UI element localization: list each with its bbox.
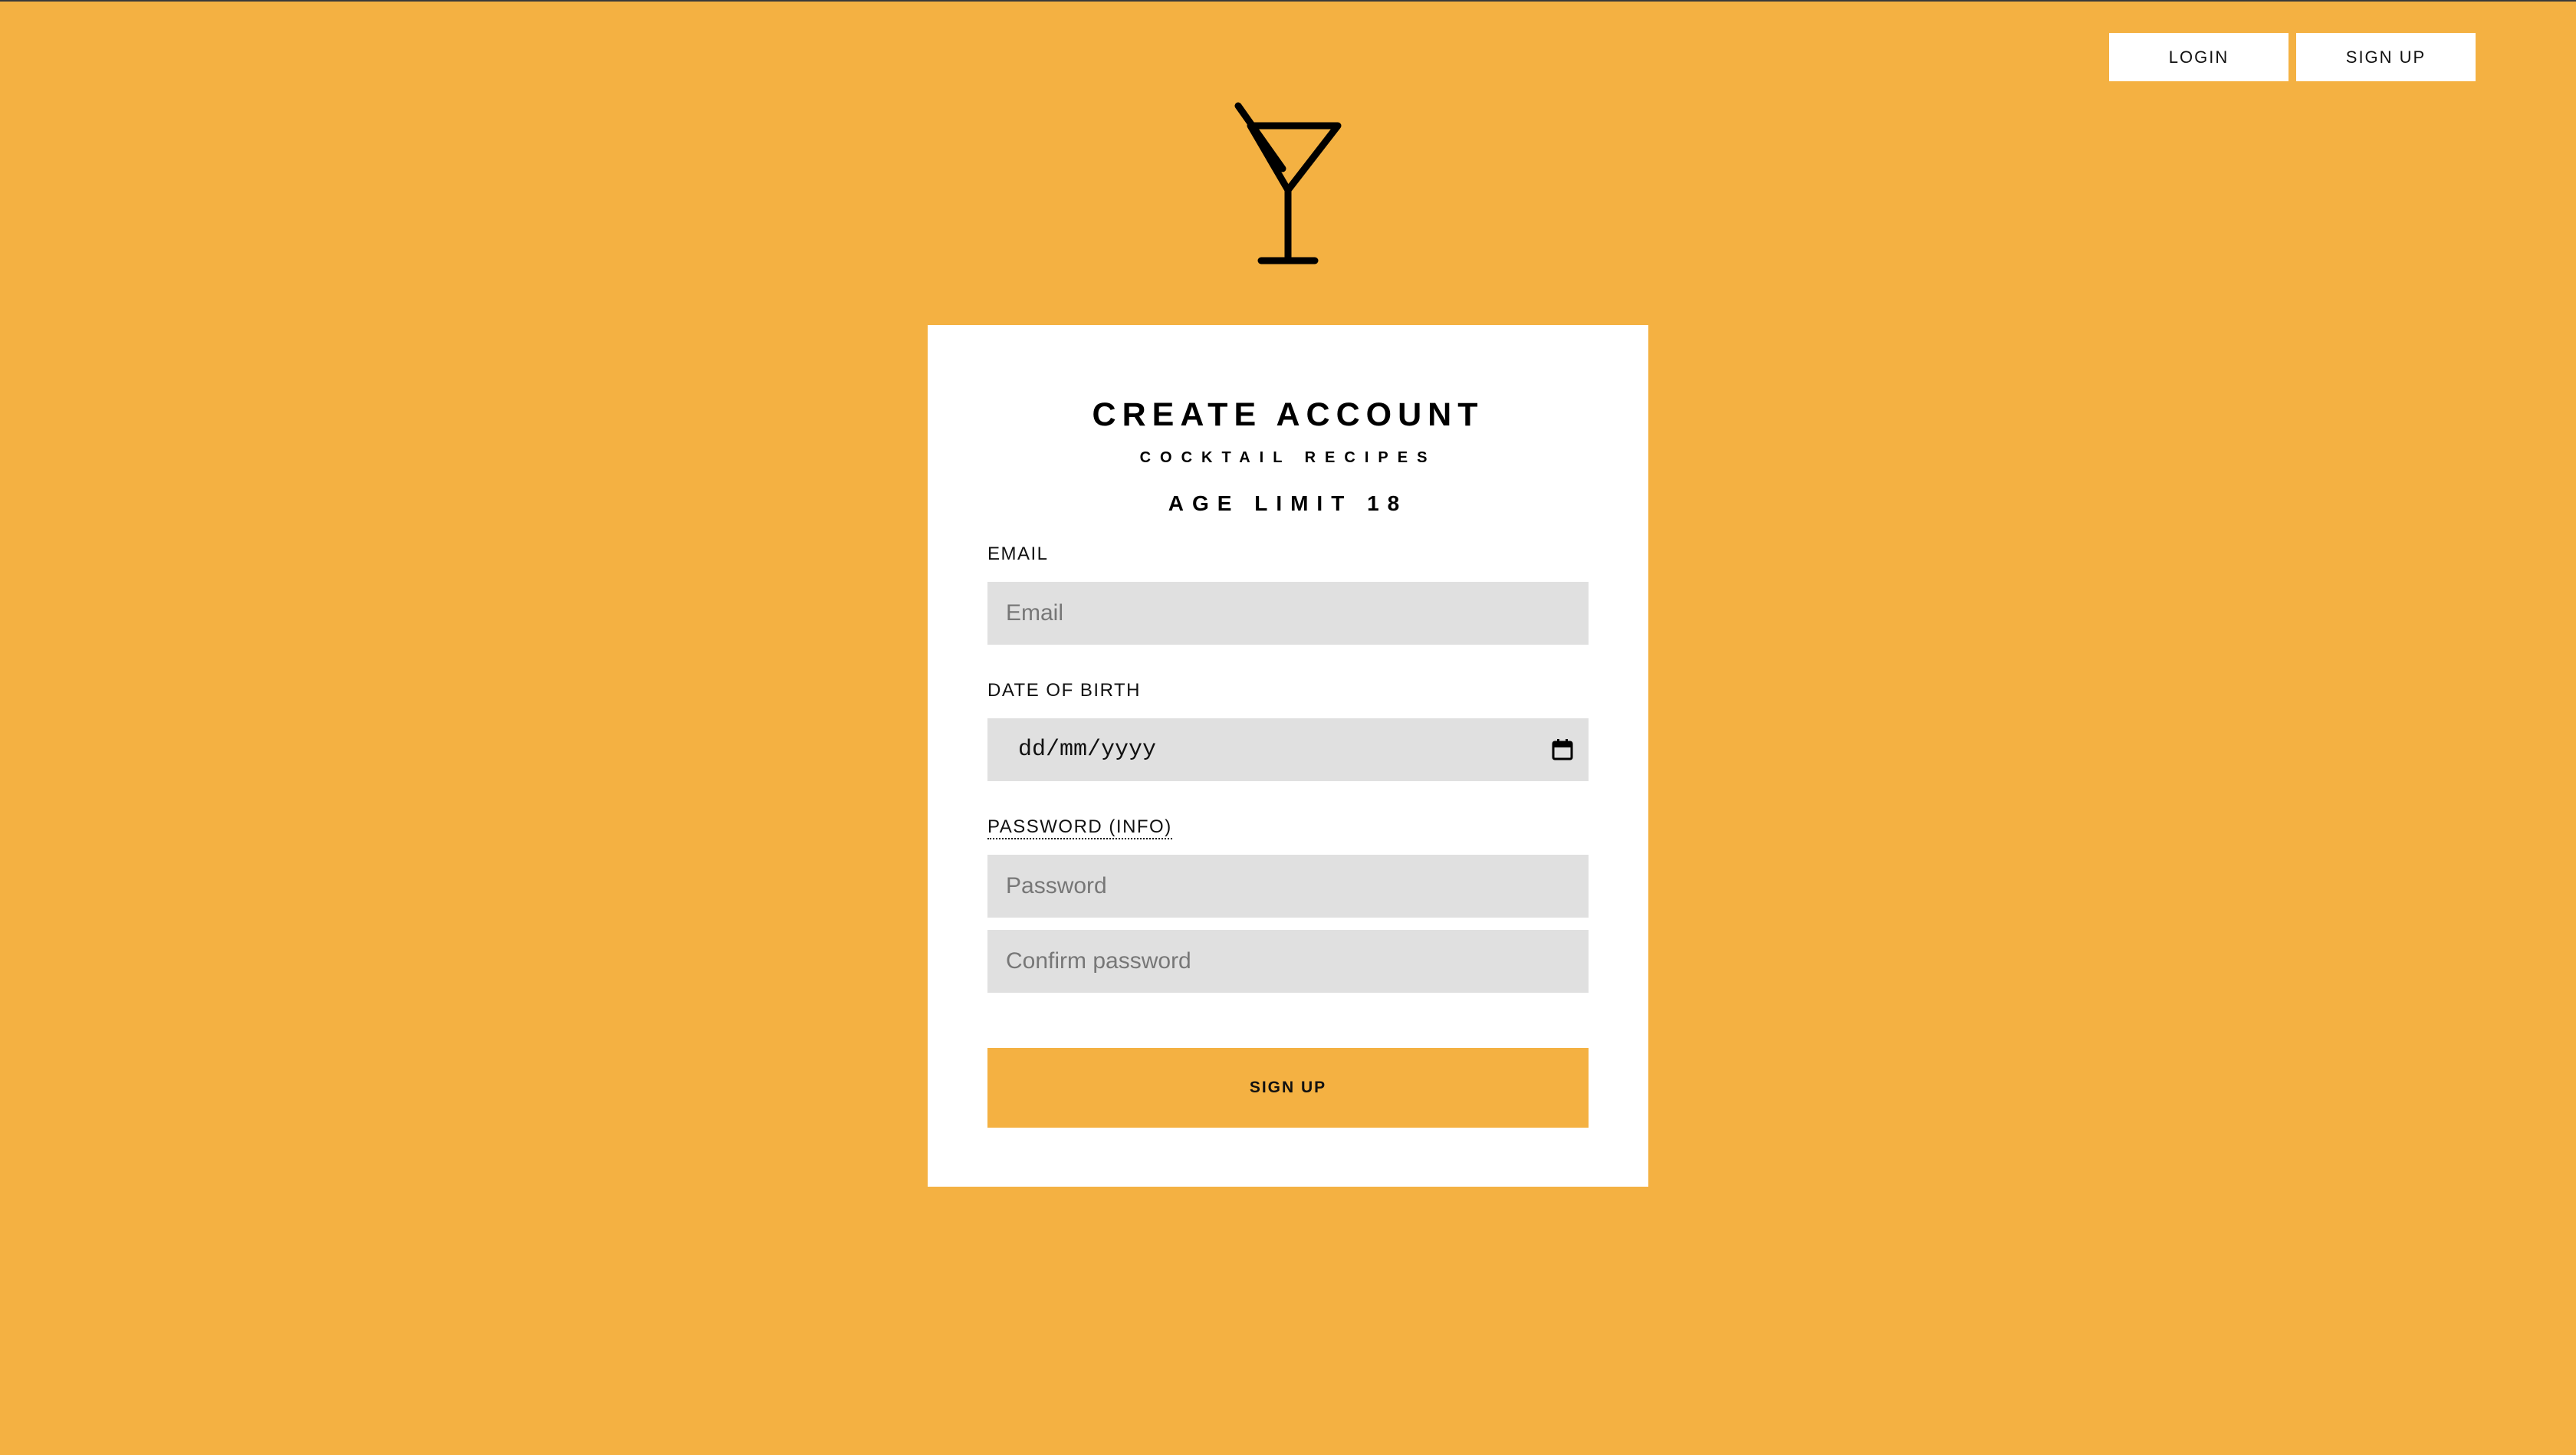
email-label: EMAIL (987, 544, 1049, 564)
top-nav: LOGIN SIGN UP (2109, 33, 2476, 81)
dob-label: DATE OF BIRTH (987, 680, 1141, 701)
email-placeholder: Email (1006, 600, 1064, 626)
age-limit-text: AGE LIMIT 18 (1168, 491, 1408, 515)
page-title: CREATE ACCOUNT (1092, 396, 1484, 433)
login-button[interactable]: LOGIN (2109, 33, 2288, 81)
dob-placeholder: dd/mm/yyyy (1018, 737, 1157, 763)
confirm-password-placeholder: Confirm password (1006, 948, 1191, 974)
password-info-link[interactable]: PASSWORD (INFO) (987, 816, 1172, 839)
signup-nav-button[interactable]: SIGN UP (2296, 33, 2476, 81)
signup-card: CREATE ACCOUNT COCKTAIL RECIPES AGE LIMI… (928, 325, 1648, 1187)
calendar-icon[interactable] (1550, 737, 1575, 762)
cocktail-glass-icon (1234, 102, 1342, 264)
signup-submit-button[interactable]: SIGN UP (987, 1048, 1589, 1128)
password-placeholder: Password (1006, 873, 1107, 898)
date-of-birth-field[interactable]: dd/mm/yyyy (987, 718, 1589, 781)
password-field[interactable]: Password (987, 855, 1589, 918)
confirm-password-field[interactable]: Confirm password (987, 930, 1589, 993)
page-subtitle: COCKTAIL RECIPES (1139, 449, 1437, 466)
password-label[interactable]: PASSWORD (INFO) (987, 816, 1589, 839)
email-field[interactable]: Email (987, 582, 1589, 645)
